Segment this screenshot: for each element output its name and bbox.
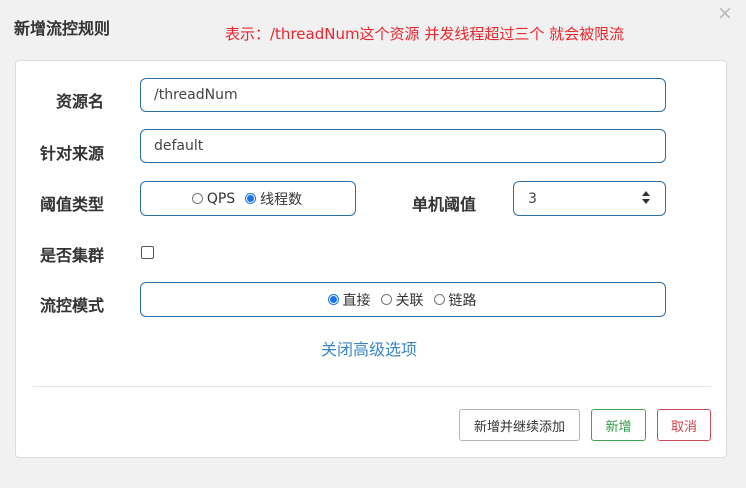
resource-name-input[interactable] xyxy=(140,78,666,112)
resource-name-label: 资源名 xyxy=(56,92,105,111)
flow-mode-label: 流控模式 xyxy=(40,296,105,315)
dialog-title: 新增流控规则 xyxy=(14,19,111,38)
form-panel xyxy=(15,60,727,458)
radio-icon xyxy=(380,294,392,305)
threshold-type-qps-radio[interactable]: QPS xyxy=(191,190,236,207)
radio-label-chain: 链路 xyxy=(448,292,477,309)
radio-label-relate: 关联 xyxy=(395,292,424,309)
radio-label-direct: 直接 xyxy=(342,292,371,309)
flow-rule-dialog: 新增流控规则 表示：/threadNum这个资源 并发线程超过三个 就会被限流 … xyxy=(0,0,746,488)
spinner-up-icon[interactable] xyxy=(642,191,650,196)
radio-checked-icon xyxy=(327,294,339,305)
radio-icon xyxy=(191,193,203,204)
spinner-arrows-icon[interactable] xyxy=(641,191,651,207)
threshold-type-threads-radio[interactable]: 线程数 xyxy=(245,189,302,209)
divider xyxy=(33,386,711,387)
spinner-down-icon[interactable] xyxy=(642,199,650,204)
cluster-label: 是否集群 xyxy=(40,246,105,265)
flow-mode-relate-radio[interactable]: 关联 xyxy=(380,290,424,310)
add-button[interactable]: 新增 xyxy=(591,409,646,441)
threshold-type-group: QPS 线程数 xyxy=(140,181,356,216)
radio-checked-icon xyxy=(245,193,257,204)
add-and-continue-button[interactable]: 新增并继续添加 xyxy=(459,409,580,441)
single-threshold-label: 单机阈值 xyxy=(412,195,477,214)
flow-mode-direct-radio[interactable]: 直接 xyxy=(327,290,371,310)
radio-label-qps: QPS xyxy=(206,190,236,207)
cancel-button[interactable]: 取消 xyxy=(657,409,711,441)
cluster-checkbox[interactable] xyxy=(141,246,154,259)
radio-label-threads: 线程数 xyxy=(260,191,303,208)
flow-mode-chain-radio[interactable]: 链路 xyxy=(433,290,477,310)
close-advanced-options-link[interactable]: 关闭高级选项 xyxy=(321,336,417,360)
single-threshold-stepper[interactable]: 3 xyxy=(513,181,666,216)
close-icon[interactable]: × xyxy=(717,4,733,23)
origin-input[interactable] xyxy=(140,129,666,163)
flow-mode-group: 直接 关联 链路 xyxy=(140,282,666,317)
threshold-type-label: 阈值类型 xyxy=(40,195,105,214)
single-threshold-value: 3 xyxy=(528,190,537,207)
origin-label: 针对来源 xyxy=(40,144,105,163)
radio-icon xyxy=(433,294,445,305)
annotation-text: 表示：/threadNum这个资源 并发线程超过三个 就会被限流 xyxy=(225,25,625,43)
